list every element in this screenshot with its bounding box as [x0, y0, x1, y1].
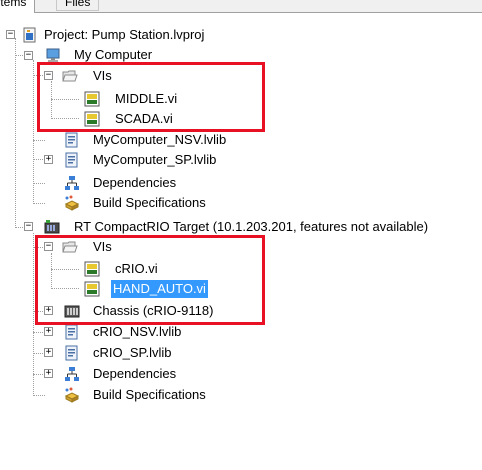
- tree-item-label: VIs: [93, 239, 112, 254]
- vi-icon: [84, 281, 100, 297]
- collapse-toggle[interactable]: −: [24, 222, 33, 231]
- tree-item-label: SCADA.vi: [115, 111, 173, 126]
- expand-toggle[interactable]: +: [44, 369, 53, 378]
- tree-item-label: MIDDLE.vi: [115, 91, 178, 106]
- tree-item-label: Project: Pump Station.lvproj: [44, 27, 205, 42]
- tree-item-dependencies[interactable]: + Dependencies: [0, 364, 300, 384]
- tree-item-label: cRIO_SP.lvlib: [93, 345, 172, 360]
- tree-item-label: cRIO_NSV.lvlib: [93, 324, 182, 339]
- project-file-icon: [23, 27, 36, 43]
- tree-item-dependencies[interactable]: Dependencies: [0, 173, 300, 193]
- tree-item-label: cRIO.vi: [115, 261, 158, 276]
- library-icon: [65, 132, 78, 148]
- tree-item-label: HAND_AUTO.vi: [111, 280, 208, 298]
- collapse-toggle[interactable]: −: [24, 51, 33, 60]
- tree-item-my-computer[interactable]: − My Computer: [0, 45, 300, 65]
- tree-item-build-specs[interactable]: Build Specifications: [0, 193, 300, 213]
- folder-open-icon: [62, 70, 78, 82]
- tree-item-label: Build Specifications: [93, 387, 206, 402]
- tree-item-vis-folder[interactable]: − VIs: [0, 237, 300, 257]
- tree-item-label: Chassis (cRIO-9118): [93, 303, 214, 318]
- tree-item-label: Build Specifications: [93, 195, 206, 210]
- tree-item-rt-target[interactable]: − RT CompactRIO Target (10.1.203.201, fe…: [0, 217, 482, 237]
- vi-icon: [84, 111, 100, 127]
- tree-item-vi[interactable]: MIDDLE.vi: [0, 89, 300, 109]
- tab-items[interactable]: Items: [0, 0, 36, 13]
- expand-toggle[interactable]: +: [44, 306, 53, 315]
- library-icon: [65, 152, 78, 168]
- dependencies-icon: [65, 367, 79, 381]
- tree-item-vi[interactable]: cRIO.vi: [0, 259, 300, 279]
- dependencies-icon: [65, 176, 79, 190]
- vi-icon: [84, 261, 100, 277]
- tree-item-vi[interactable]: SCADA.vi: [0, 109, 300, 129]
- library-icon: [65, 345, 78, 361]
- expand-toggle[interactable]: +: [44, 348, 53, 357]
- tree-item-vis-folder[interactable]: − VIs: [0, 66, 300, 86]
- build-specifications-icon: [64, 195, 80, 211]
- expand-toggle[interactable]: +: [44, 327, 53, 336]
- project-tree: − Project: Pump Station.lvproj − My Comp…: [0, 0, 482, 470]
- computer-icon: [46, 48, 60, 62]
- chassis-icon: [64, 305, 80, 318]
- tree-item-vi-selected[interactable]: HAND_AUTO.vi: [0, 279, 300, 299]
- expand-toggle[interactable]: +: [44, 155, 53, 164]
- tree-item-library[interactable]: + cRIO_SP.lvlib: [0, 343, 300, 363]
- tree-item-project[interactable]: − Project: Pump Station.lvproj: [0, 25, 300, 45]
- tree-item-library[interactable]: + MyComputer_SP.lvlib: [0, 150, 300, 170]
- folder-open-icon: [62, 241, 78, 253]
- tree-item-label: My Computer: [74, 47, 153, 62]
- vi-icon: [84, 91, 100, 107]
- tree-item-library[interactable]: MyComputer_NSV.lvlib: [0, 130, 300, 150]
- tree-item-label: Dependencies: [93, 175, 177, 190]
- collapse-toggle[interactable]: −: [6, 30, 15, 39]
- collapse-toggle[interactable]: −: [44, 71, 53, 80]
- tree-item-label: VIs: [93, 68, 112, 83]
- tree-item-label: RT CompactRIO Target (10.1.203.201, feat…: [74, 219, 429, 234]
- tree-item-library[interactable]: + cRIO_NSV.lvlib: [0, 322, 300, 342]
- tree-item-label: Dependencies: [93, 366, 177, 381]
- rt-target-icon: [44, 220, 60, 234]
- build-specifications-icon: [64, 387, 80, 403]
- library-icon: [65, 324, 78, 340]
- tree-item-label: MyComputer_NSV.lvlib: [93, 132, 227, 147]
- tree-item-build-specs[interactable]: Build Specifications: [0, 385, 300, 405]
- tree-item-label: MyComputer_SP.lvlib: [93, 152, 217, 167]
- collapse-toggle[interactable]: −: [44, 242, 53, 251]
- tree-item-chassis[interactable]: + Chassis (cRIO-9118): [0, 301, 300, 321]
